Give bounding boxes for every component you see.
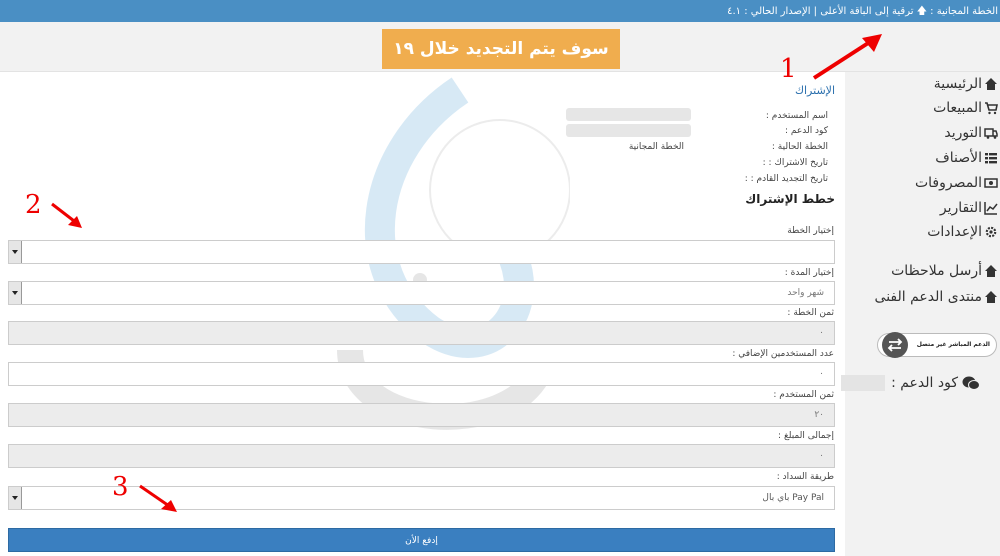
sidebar-item-expenses[interactable]: المصروفات [845, 171, 1000, 195]
chat-swap-icon [882, 332, 908, 358]
total-field: ٠ [8, 444, 835, 468]
live-chat-widget[interactable]: الدعم المباشر غير متصل [877, 332, 997, 358]
chevron-down-icon[interactable] [9, 282, 22, 304]
version-text: الإصدار الحالي : ٤.١ [727, 6, 811, 17]
chat-status-text: الدعم المباشر غير متصل [916, 341, 990, 348]
truck-icon [984, 128, 998, 139]
home-icon [985, 265, 997, 277]
home-icon [985, 291, 997, 303]
sidebar-item-label: الأصناف [935, 150, 982, 166]
extra-users-label: عدد المستخدمين الإضافي : [732, 349, 834, 359]
top-bar: الخطة المجانية : 🡅 ترقية إلى الباقة الأع… [0, 0, 1000, 22]
sidebar-item-label: التوريد [944, 125, 982, 141]
duration-select-label: إختيار المدة : [784, 268, 834, 278]
extra-users-input[interactable]: ٠ [8, 362, 835, 386]
support-code-label: كود الدعم : [784, 126, 828, 136]
chevron-down-icon[interactable] [9, 241, 22, 263]
payment-method-select[interactable]: Pay Pal باي بال [8, 486, 835, 510]
sidebar-item-settings[interactable]: الإعدادات [845, 220, 1000, 244]
chevron-down-icon[interactable] [9, 487, 22, 509]
sidebar-item-items[interactable]: الأصناف [845, 146, 1000, 170]
annotation-arrow-icon [139, 484, 177, 512]
username-label: اسم المستخدم : [765, 111, 828, 121]
plan-price-field: ٠ [8, 321, 835, 345]
current-plan-label: الخطة الحالية : [771, 142, 828, 152]
free-plan-link[interactable]: الخطة المجانية [937, 6, 998, 17]
renewal-date-label: تاريخ التجديد القادم : : [744, 174, 828, 184]
pay-now-button[interactable]: إدفع الأن [8, 528, 835, 552]
annotation-number: 2 [25, 190, 42, 220]
cart-icon [985, 102, 998, 115]
extra-users-value: ٠ [819, 369, 824, 379]
annotation-number: 1 [780, 54, 797, 84]
annotation-arrow-icon [51, 202, 82, 228]
user-price-field: ٢٠ [8, 403, 835, 427]
plan-select[interactable] [8, 240, 835, 264]
renewal-banner: سوف يتم التجديد خلال ١٩ يوم [382, 29, 620, 99]
sidebar-item-supply[interactable]: التوريد [845, 121, 1000, 145]
support-code-value [566, 124, 691, 137]
sidebar-item-label: التقارير [939, 200, 982, 216]
upgrade-link[interactable]: ترقية إلى الباقة الأعلى [820, 6, 913, 17]
current-plan-value: الخطة المجانية [628, 142, 684, 152]
annotation-number: 3 [112, 472, 129, 502]
user-price-value: ٢٠ [814, 410, 824, 420]
support-code-sidebar-value [841, 375, 886, 391]
sidebar-item-sales[interactable]: المبيعات [845, 96, 1000, 120]
sidebar-item-support-forum[interactable]: منتدى الدعم الفنى [845, 285, 1000, 309]
sidebar-item-home[interactable]: الرئيسية [845, 72, 1000, 96]
total-label: إجمالى المبلغ : [778, 431, 834, 441]
duration-value: شهر واحد [787, 288, 824, 298]
sidebar-item-label: المبيعات [933, 100, 982, 116]
sidebar-item-label: أرسل ملاحظات [891, 263, 982, 279]
list-icon [985, 153, 997, 164]
sidebar-item-label: منتدى الدعم الفنى [874, 289, 982, 305]
user-price-label: ثمن المستخدم : [773, 390, 834, 400]
sidebar-item-label: المصروفات [914, 175, 982, 191]
subscription-date-label: تاريخ الاشتراك : : [762, 158, 828, 168]
home-icon [985, 78, 997, 90]
upgrade-icon: 🡅 [916, 6, 927, 17]
total-value: ٠ [819, 451, 824, 461]
payment-method-value: Pay Pal باي بال [762, 493, 824, 503]
chart-icon [984, 202, 998, 215]
plan-select-label: إختيار الخطة [787, 226, 834, 236]
duration-select[interactable]: شهر واحد [8, 281, 835, 305]
plan-price-value: ٠ [819, 328, 824, 338]
money-icon [984, 178, 998, 188]
sidebar-item-label: الإعدادات [927, 224, 982, 240]
plans-title: خطط الإشتراك [745, 192, 835, 206]
support-code-sidebar-label: كود الدعم : [891, 375, 958, 391]
gear-icon [985, 226, 997, 238]
sidebar-support-code: كود الدعم : [841, 375, 980, 391]
chat-bubbles-icon [962, 376, 980, 390]
top-bar-text: الخطة المجانية : 🡅 ترقية إلى الباقة الأع… [727, 6, 998, 17]
username-value [566, 108, 691, 121]
payment-method-label: طريقة السداد : [776, 472, 834, 482]
sidebar-item-reports[interactable]: التقارير [845, 196, 1000, 220]
plan-price-label: ثمن الخطة : [787, 308, 834, 318]
sidebar-item-feedback[interactable]: أرسل ملاحظات [845, 259, 1000, 283]
sidebar-item-label: الرئيسية [933, 76, 982, 92]
